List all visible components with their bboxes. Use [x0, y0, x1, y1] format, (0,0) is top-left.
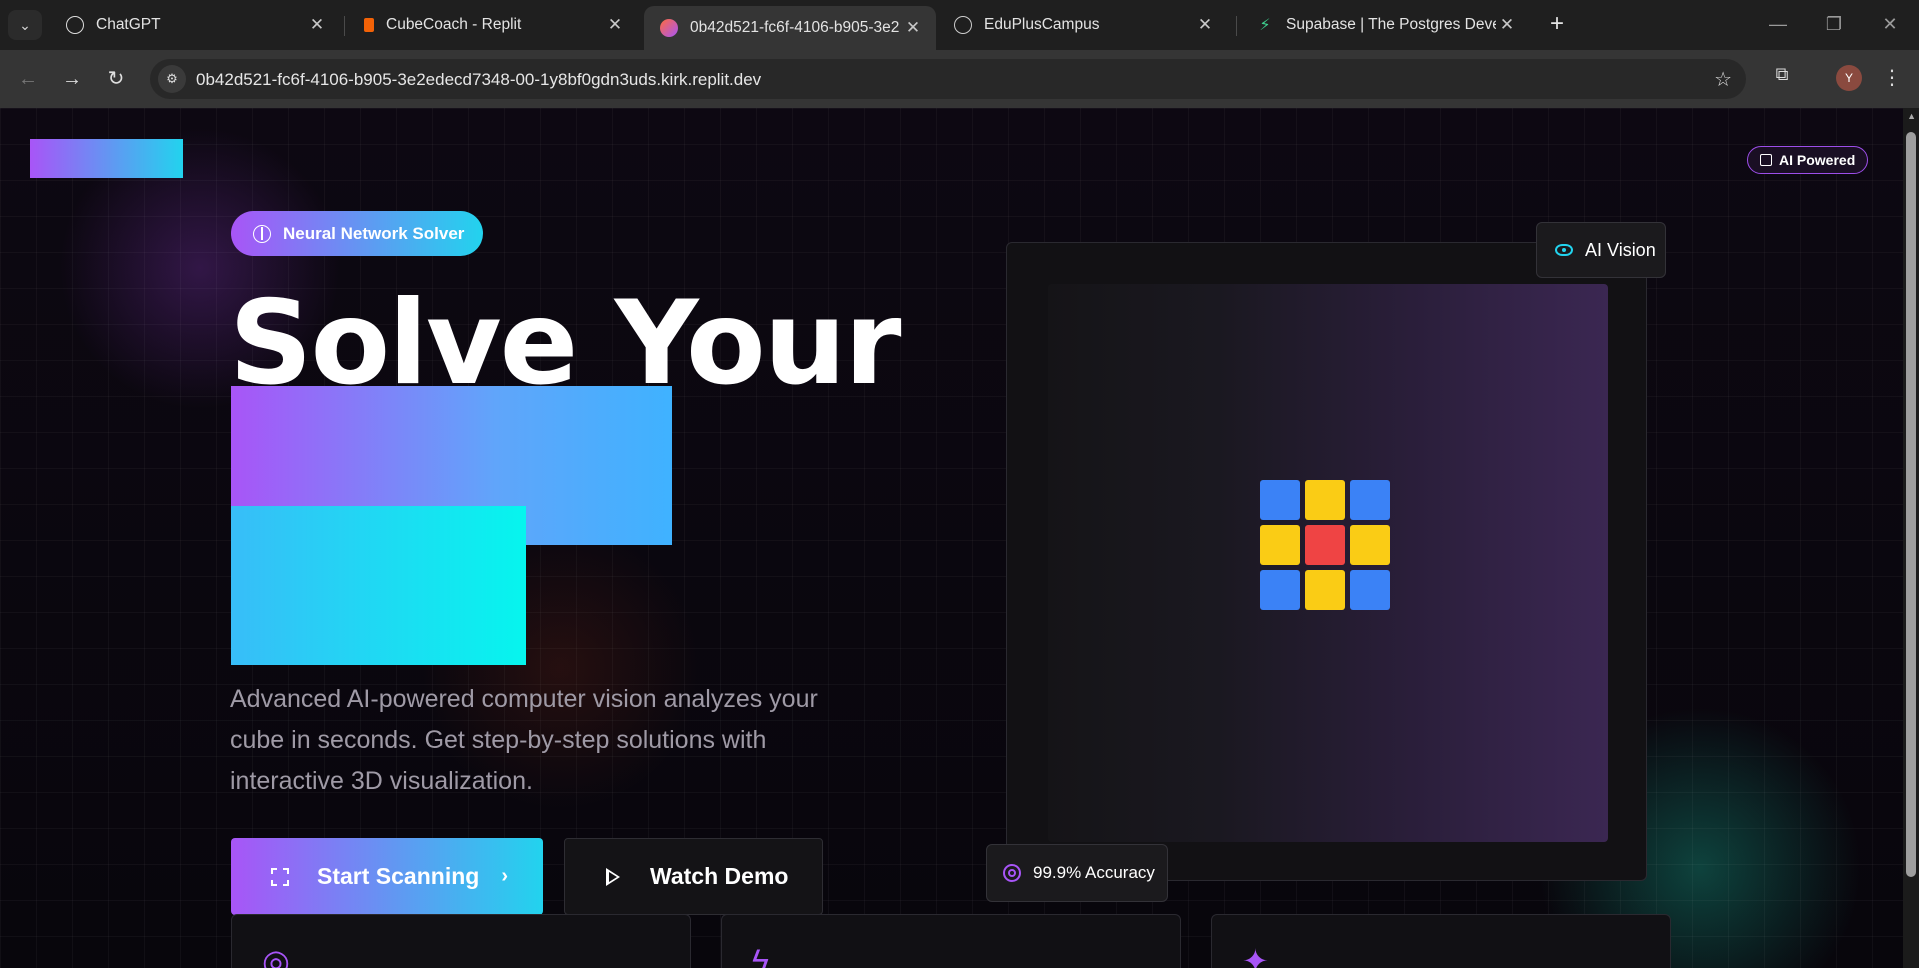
- watch-demo-label: Watch Demo: [650, 863, 789, 889]
- scroll-up-icon[interactable]: ▲: [1907, 111, 1916, 121]
- replit-dev-icon: [660, 19, 678, 37]
- address-bar[interactable]: ⚙ 0b42d521-fc6f-4106-b905-3e2edecd7348-0…: [150, 59, 1746, 99]
- tab-supabase[interactable]: ⚡ Supabase | The Postgres Develo ✕: [1240, 6, 1530, 44]
- cube-face: [1260, 480, 1392, 612]
- chevron-down-icon: ⌄: [19, 16, 31, 33]
- tab-chatgpt[interactable]: ChatGPT ✕: [50, 6, 340, 44]
- tab-search-button[interactable]: ⌄: [8, 10, 42, 40]
- cube-sticker-blue: [1350, 570, 1390, 610]
- close-icon[interactable]: ✕: [1496, 15, 1518, 35]
- cube-sticker-blue: [1260, 570, 1300, 610]
- start-scanning-label: Start Scanning: [317, 863, 480, 889]
- tab-edupluscampus[interactable]: EduPlusCampus ✕: [938, 6, 1228, 44]
- tab-active-app[interactable]: 0b42d521-fc6f-4106-b905-3e2 ✕: [644, 6, 936, 50]
- chatgpt-icon: [66, 16, 84, 34]
- site-info-icon[interactable]: ⚙: [158, 65, 186, 93]
- menu-kebab-icon[interactable]: ⋮: [1880, 63, 1904, 93]
- accuracy-badge: 99.9% Accuracy: [986, 844, 1168, 902]
- avatar[interactable]: Y: [1836, 65, 1862, 91]
- start-scanning-button[interactable]: Start Scanning ›: [231, 838, 543, 915]
- cube-sticker-red: [1305, 525, 1345, 565]
- ai-powered-badge: AI Powered: [1747, 146, 1869, 174]
- globe-icon: [954, 16, 972, 34]
- browser-tab-strip: ⌄ ChatGPT ✕ CubeCoach - Replit ✕ 0b42d52…: [0, 0, 1919, 50]
- tab-title: 0b42d521-fc6f-4106-b905-3e2: [690, 19, 900, 36]
- cube-sticker-yellow: [1305, 570, 1345, 610]
- close-icon[interactable]: ✕: [306, 15, 328, 35]
- cube-sticker-yellow: [1260, 525, 1300, 565]
- extensions-icon[interactable]: ⧉: [1768, 64, 1796, 92]
- chevron-right-icon: ›: [501, 865, 508, 887]
- close-icon[interactable]: ✕: [1194, 15, 1216, 35]
- play-icon: [606, 867, 620, 886]
- forward-icon[interactable]: →: [56, 63, 88, 95]
- supabase-icon: ⚡: [1259, 17, 1271, 34]
- site-logo[interactable]: [30, 139, 183, 178]
- tab-cubecoach[interactable]: CubeCoach - Replit ✕: [348, 6, 638, 44]
- ai-vision-badge: AI Vision: [1536, 222, 1666, 278]
- watch-demo-button[interactable]: Watch Demo: [564, 838, 823, 915]
- lightning-icon: ϟ: [752, 943, 769, 968]
- tab-title: EduPlusCampus: [984, 16, 1100, 33]
- brain-icon: [253, 224, 271, 243]
- cube-sticker-blue: [1350, 480, 1390, 520]
- neural-network-badge: Neural Network Solver: [231, 211, 483, 256]
- tab-title: ChatGPT: [96, 16, 161, 33]
- window-close-button[interactable]: ✕: [1870, 10, 1910, 40]
- accuracy-label: 99.9% Accuracy: [1033, 863, 1155, 882]
- url-text[interactable]: 0b42d521-fc6f-4106-b905-3e2edecd7348-00-…: [196, 70, 761, 90]
- page-viewport: AI Powered Neural Network Solver Solve Y…: [0, 108, 1919, 968]
- target-icon: [1003, 864, 1021, 882]
- ai-powered-label: AI Powered: [1779, 152, 1856, 168]
- page-scrollbar[interactable]: ▲: [1903, 108, 1919, 968]
- badge-label: Neural Network Solver: [283, 223, 465, 243]
- tab-title: Supabase | The Postgres Develo: [1286, 16, 1496, 33]
- close-icon[interactable]: ✕: [902, 18, 924, 38]
- sparkle-icon: ✦: [1242, 943, 1269, 968]
- hero-description: Advanced AI-powered computer vision anal…: [230, 685, 818, 795]
- cube-sticker-blue: [1260, 480, 1300, 520]
- scan-icon: [271, 867, 289, 886]
- browser-toolbar: ← → ↻ ⚙ 0b42d521-fc6f-4106-b905-3e2edecd…: [0, 50, 1919, 108]
- new-tab-button[interactable]: +: [1542, 10, 1572, 40]
- tab-title: CubeCoach - Replit: [386, 16, 522, 33]
- feature-card-camera: ◎: [231, 914, 691, 968]
- back-icon[interactable]: ←: [12, 63, 44, 95]
- cube-sticker-yellow: [1305, 480, 1345, 520]
- close-icon[interactable]: ✕: [604, 15, 626, 35]
- eye-icon: [1555, 244, 1573, 256]
- scrollbar-thumb[interactable]: [1906, 132, 1916, 877]
- hero-title: Solve Your: [229, 276, 902, 411]
- replit-icon: [364, 18, 374, 32]
- reload-icon[interactable]: ↻: [100, 63, 132, 95]
- hero-gradient-block-2: [231, 506, 526, 665]
- camera-icon: ◎: [262, 943, 290, 968]
- cube-sticker-yellow: [1350, 525, 1390, 565]
- chip-icon: [1760, 154, 1772, 166]
- feature-card-speed: ϟ: [721, 914, 1181, 968]
- restore-button[interactable]: ❐: [1814, 10, 1854, 40]
- minimize-button[interactable]: —: [1758, 10, 1798, 40]
- ai-vision-label: AI Vision: [1585, 239, 1656, 260]
- bookmark-star-icon[interactable]: ☆: [1714, 67, 1732, 92]
- feature-card-sparkle: ✦: [1211, 914, 1671, 968]
